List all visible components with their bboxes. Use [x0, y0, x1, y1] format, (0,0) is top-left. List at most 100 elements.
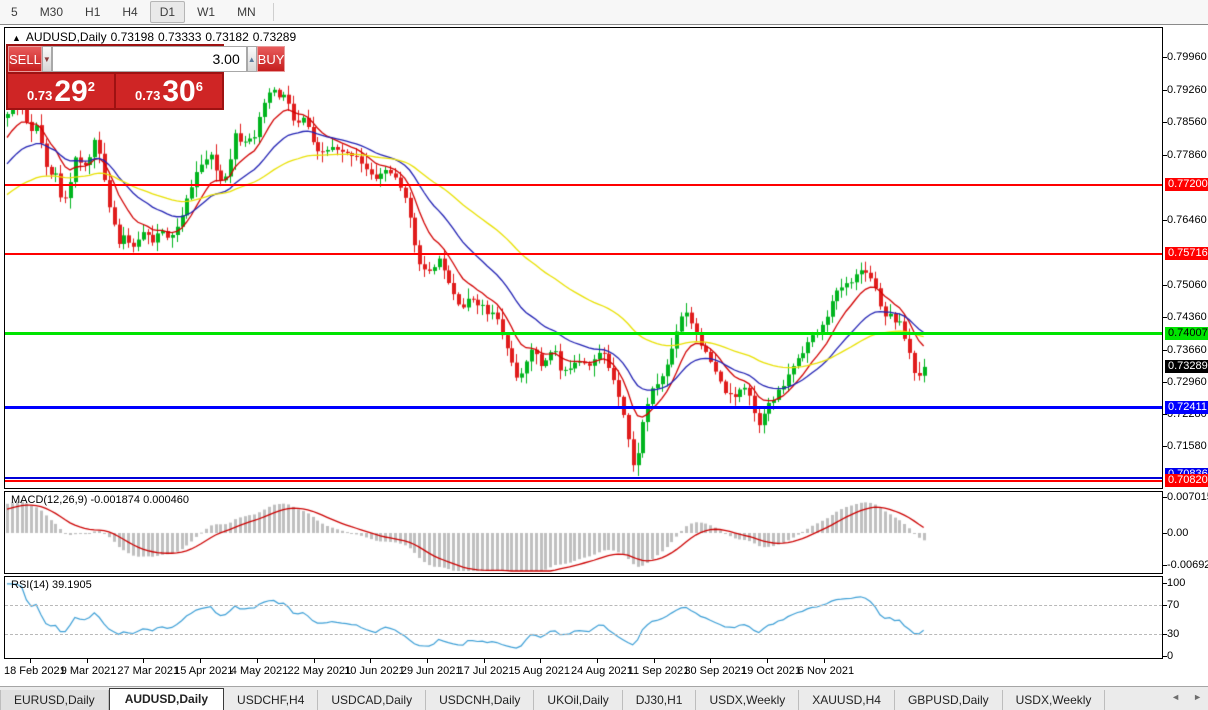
- date-tick-mark: [767, 659, 769, 663]
- date-axis-label[interactable]: 6 Nov 2021: [798, 665, 854, 677]
- price-level-line[interactable]: [5, 406, 1162, 410]
- date-axis-label[interactable]: 22 May 2021: [288, 665, 352, 677]
- date-tick-mark: [710, 659, 712, 663]
- date-axis-label[interactable]: 17 Jul 2021: [458, 665, 515, 677]
- chart-tab-dj30-h1[interactable]: DJ30,H1: [623, 690, 697, 710]
- down-arrow-icon: ▼: [42, 54, 51, 64]
- chart-tab-usdchf-h4[interactable]: USDCHF,H4: [224, 690, 319, 710]
- rsi-level-line: [5, 634, 1162, 636]
- chart-tab-bar: EURUSD,Daily AUDUSD,Daily USDCHF,H4 USDCAD,…: [0, 686, 1208, 710]
- ohlc-high: 0.73333: [158, 30, 202, 44]
- trading-platform-window: 5M30H1H4D1W1MN ▲AUDUSD,Daily0.731980.733…: [0, 0, 1208, 710]
- buy-price-sup: 6: [195, 79, 203, 94]
- sell-price-sup: 2: [87, 79, 95, 94]
- price-level-line[interactable]: [5, 253, 1162, 256]
- price-level-label: 0.75716: [1165, 247, 1208, 261]
- macd-indicator-label: MACD(12,26,9) -0.001874 0.000460: [11, 494, 189, 506]
- price-tick-label: 0.76460: [1167, 213, 1207, 226]
- tab-scroll-right-icon[interactable]: ►: [1193, 692, 1202, 702]
- date-tick-mark: [823, 659, 825, 663]
- rsi-level-line: [5, 604, 1162, 606]
- date-axis-label[interactable]: 10 Jun 2021: [344, 665, 405, 677]
- chart-tab-usdx-weekly[interactable]: USDX,Weekly: [696, 690, 800, 710]
- sell-button[interactable]: SELL: [8, 46, 42, 72]
- price-level-label: 0.70820: [1165, 474, 1208, 488]
- macd-scale-label: 0.007015: [1167, 491, 1208, 503]
- price-level-line[interactable]: [5, 476, 1162, 479]
- date-tick-mark: [426, 659, 428, 663]
- chart-tab-usdx-weekly[interactable]: USDX,Weekly: [1003, 690, 1106, 710]
- buy-price-big: 30: [162, 75, 196, 108]
- price-level-line[interactable]: [5, 332, 1162, 336]
- price-level-label: 0.72411: [1165, 400, 1208, 414]
- macd-scale-label: -0.006923: [1167, 559, 1208, 571]
- one-click-trading-panel: SELL ▼ ▲ BUY 0.73 29 2 0.73 30 6: [6, 44, 286, 110]
- date-axis-label[interactable]: 19 Oct 2021: [741, 665, 801, 677]
- date-axis-label[interactable]: 27 Mar 2021: [117, 665, 179, 677]
- volume-input[interactable]: [51, 46, 247, 72]
- price-tick-label: 0.73660: [1167, 343, 1207, 356]
- chart-tab-usdcnh-daily[interactable]: USDCNH,Daily: [426, 690, 535, 710]
- current-price-label: 0.73289: [1165, 359, 1208, 373]
- price-tick-label: 0.72960: [1167, 376, 1207, 389]
- up-arrow-icon: ▲: [247, 54, 256, 64]
- price-level-label: 0.77200: [1165, 178, 1208, 192]
- price-tick-label: 0.79960: [1167, 51, 1207, 64]
- rsi-scale-label: 100: [1167, 577, 1186, 589]
- date-tick-mark: [256, 659, 258, 663]
- ohlc-low: 0.73182: [205, 30, 249, 44]
- date-axis-label[interactable]: 11 Sep 2021: [628, 665, 690, 677]
- ohlc-close: 0.73289: [252, 30, 297, 44]
- tab-scroll-nav: ◄ ►: [1171, 692, 1202, 702]
- date-axis-label[interactable]: 29 Jun 2021: [401, 665, 462, 677]
- price-tick-label: 0.79260: [1167, 83, 1207, 96]
- buy-button[interactable]: BUY: [256, 46, 286, 72]
- buy-price-small: 0.73: [135, 88, 161, 103]
- price-tick-label: 0.77860: [1167, 148, 1207, 161]
- price-level-line[interactable]: [5, 480, 1162, 483]
- date-tick-mark: [370, 659, 372, 663]
- tab-scroll-left-icon[interactable]: ◄: [1171, 692, 1180, 702]
- date-axis-label[interactable]: 18 Feb 2021: [4, 665, 66, 677]
- chart-tab-gbpusd-daily[interactable]: GBPUSD,Daily: [895, 690, 1003, 710]
- symbol-label: AUDUSD,Daily: [25, 30, 107, 44]
- date-axis-label[interactable]: 24 Aug 2021: [571, 665, 633, 677]
- price-tick-label: 0.74360: [1167, 311, 1207, 324]
- date-tick-mark: [540, 659, 542, 663]
- price-level-line[interactable]: [5, 184, 1162, 187]
- date-axis-label[interactable]: 9 Mar 2021: [61, 665, 117, 677]
- rsi-scale-label: 30: [1167, 628, 1180, 641]
- date-tick-mark: [597, 659, 598, 663]
- rsi-scale-label: 0: [1167, 650, 1174, 662]
- chart-tab-xauusd-h4[interactable]: XAUUSD,H4: [799, 690, 895, 710]
- ohlc-open: 0.73198: [110, 30, 154, 44]
- price-tick-label: 0.71580: [1167, 440, 1207, 453]
- volume-increase-button[interactable]: ▲: [246, 46, 257, 72]
- date-axis-label[interactable]: 15 Apr 2021: [174, 665, 233, 677]
- chart-tab-ukoil-daily[interactable]: UKOil,Daily: [534, 690, 623, 710]
- date-tick-mark: [143, 659, 145, 663]
- date-tick-mark: [483, 659, 485, 663]
- price-level-label: 0.74007: [1165, 326, 1208, 340]
- buy-price-display[interactable]: 0.73 30 6: [116, 74, 222, 108]
- date-tick-mark: [200, 659, 202, 663]
- date-tick-mark: [30, 659, 31, 663]
- price-tick-label: 0.78560: [1167, 116, 1207, 129]
- date-tick-mark: [653, 659, 655, 663]
- date-axis-label[interactable]: 4 May 2021: [231, 665, 288, 677]
- rsi-scale-label: 70: [1167, 598, 1180, 611]
- sell-price-display[interactable]: 0.73 29 2: [8, 74, 114, 108]
- date-tick-mark: [313, 659, 315, 663]
- collapse-triangle-icon[interactable]: ▲: [12, 33, 21, 43]
- sell-price-small: 0.73: [27, 88, 53, 103]
- chart-symbol-title: ▲ AUDUSD,Daily 0.73198 0.73333 0.73182 0.7328…: [12, 30, 300, 44]
- volume-decrease-button[interactable]: ▼: [41, 46, 52, 72]
- date-tick-mark: [86, 659, 88, 663]
- price-tick-label: 0.75060: [1167, 278, 1207, 291]
- chart-tab-eurusd-daily[interactable]: EURUSD,Daily: [0, 690, 109, 710]
- chart-tab-audusd-daily[interactable]: AUDUSD,Daily: [108, 688, 225, 710]
- rsi-indicator-label: RSI(14) 39.1905: [11, 579, 92, 591]
- date-axis-label[interactable]: 30 Sep 2021: [684, 665, 746, 677]
- chart-tab-usdcad-daily[interactable]: USDCAD,Daily: [318, 690, 427, 710]
- date-axis-label[interactable]: 5 Aug 2021: [514, 665, 570, 677]
